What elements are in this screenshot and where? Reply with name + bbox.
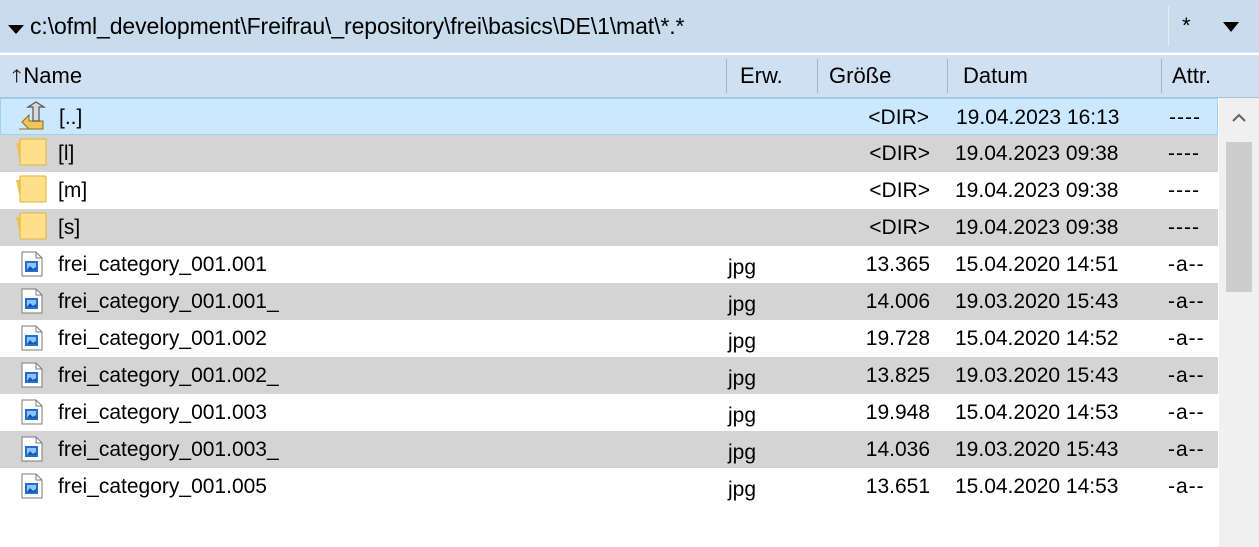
file-attributes: -a-- (1168, 401, 1205, 424)
file-extension: jpg (728, 330, 757, 353)
file-row[interactable]: frei_category_001.001 jpg 13.365 15.04.2020… (0, 246, 1218, 283)
file-attributes: ---- (1168, 142, 1200, 165)
scroll-up-icon[interactable] (1228, 107, 1250, 129)
folder-row[interactable]: [l] <DIR> 19.04.2023 09:38 ---- (0, 135, 1218, 172)
file-size: 13.825 (865, 364, 930, 387)
file-attributes: -a-- (1168, 290, 1205, 313)
file-size: <DIR> (869, 179, 930, 202)
file-name: [s] (58, 216, 81, 239)
image-file-icon (21, 473, 55, 503)
file-attributes: ---- (1169, 106, 1201, 129)
file-name: [..] (59, 106, 83, 129)
file-row[interactable]: frei_category_001.005 jpg 13.651 15.04.2020… (0, 468, 1218, 505)
file-date: 19.04.2023 16:13 (956, 106, 1120, 129)
column-name-header[interactable]: 🡑Name (12, 55, 82, 97)
parent-directory-row[interactable]: [..] <DIR> 19.04.2023 16:13 ---- (0, 98, 1218, 135)
column-divider[interactable] (726, 59, 727, 93)
file-name: frei_category_001.005 (58, 475, 267, 498)
current-path[interactable]: c:\ofml_development\Freifrau\_repository… (8, 0, 684, 52)
file-attributes: -a-- (1168, 475, 1205, 498)
file-extension: jpg (728, 404, 757, 427)
image-file-icon (21, 436, 55, 466)
pathbar-divider (1168, 6, 1169, 46)
image-file-icon (21, 325, 55, 355)
file-date: 19.03.2020 15:43 (955, 364, 1119, 387)
file-extension: jpg (728, 293, 757, 316)
image-file-icon (21, 288, 55, 318)
file-extension: jpg (728, 441, 757, 464)
file-date: 15.04.2020 14:52 (955, 327, 1119, 350)
column-attr-header[interactable]: Attr. (1172, 55, 1211, 97)
file-filter-button[interactable]: * (1172, 6, 1256, 46)
file-name: frei_category_001.002_ (58, 364, 279, 387)
folder-row[interactable]: [s] <DIR> 19.04.2023 09:38 ---- (0, 209, 1218, 246)
file-date: 19.04.2023 09:38 (955, 142, 1119, 165)
file-row[interactable]: frei_category_001.002_ jpg 13.825 19.03.202… (0, 357, 1218, 394)
file-size: 14.006 (865, 290, 930, 313)
folder-icon (14, 137, 48, 167)
file-size: 19.728 (865, 327, 930, 350)
file-size: <DIR> (868, 106, 929, 129)
file-attributes: -a-- (1168, 438, 1205, 461)
file-list: [..] <DIR> 19.04.2023 16:13 ---- [l] <DIR> 19.… (0, 98, 1218, 505)
image-file-icon (21, 251, 55, 281)
file-date: 19.03.2020 15:43 (955, 290, 1119, 313)
column-header: 🡑Name Erw. Größe Datum Attr. (0, 55, 1259, 98)
file-attributes: ---- (1168, 216, 1200, 239)
scrollbar-thumb[interactable] (1226, 142, 1252, 292)
parent-folder-icon (13, 101, 47, 131)
file-extension: jpg (728, 367, 757, 390)
file-extension: jpg (728, 256, 757, 279)
column-date-header[interactable]: Datum (963, 55, 1028, 97)
file-name: frei_category_001.003 (58, 401, 267, 424)
file-date: 19.04.2023 09:38 (955, 179, 1119, 202)
file-size: 19.948 (865, 401, 930, 424)
file-size: 13.651 (865, 475, 930, 498)
file-row[interactable]: frei_category_001.003 jpg 19.948 15.04.2020… (0, 394, 1218, 431)
filter-star-label: * (1182, 13, 1191, 38)
file-name: frei_category_001.002 (58, 327, 267, 350)
file-date: 15.04.2020 14:53 (955, 475, 1119, 498)
file-row[interactable]: frei_category_001.002 jpg 19.728 15.04.2020… (0, 320, 1218, 357)
image-file-icon (21, 362, 55, 392)
column-name-label: Name (23, 63, 83, 88)
file-row[interactable]: frei_category_001.001_ jpg 14.006 19.03.202… (0, 283, 1218, 320)
file-name: frei_category_001.001 (58, 253, 267, 276)
file-date: 15.04.2020 14:51 (955, 253, 1119, 276)
file-date: 19.04.2023 09:38 (955, 216, 1119, 239)
vertical-scrollbar[interactable] (1219, 98, 1259, 547)
file-size: <DIR> (869, 216, 930, 239)
path-bar[interactable]: c:\ofml_development\Freifrau\_repository… (0, 0, 1259, 53)
file-size: 13.365 (865, 253, 930, 276)
folder-icon (14, 174, 48, 204)
file-name: frei_category_001.001_ (58, 290, 279, 313)
path-label: c:\ofml_development\Freifrau\_repository… (30, 13, 685, 39)
file-row[interactable]: frei_category_001.003_ jpg 14.036 19.03.202… (0, 431, 1218, 468)
file-attributes: ---- (1168, 179, 1200, 202)
column-divider[interactable] (1161, 59, 1162, 93)
chevron-down-icon[interactable] (1223, 22, 1239, 32)
file-name: [m] (58, 179, 88, 202)
file-name: [l] (58, 142, 75, 165)
column-size-header[interactable]: Größe (829, 55, 891, 97)
column-divider[interactable] (817, 59, 818, 93)
column-ext-header[interactable]: Erw. (740, 55, 783, 97)
file-date: 15.04.2020 14:53 (955, 401, 1119, 424)
file-extension: jpg (728, 478, 757, 501)
file-size: 14.036 (865, 438, 930, 461)
column-divider[interactable] (947, 59, 948, 93)
file-attributes: -a-- (1168, 327, 1205, 350)
file-attributes: -a-- (1168, 253, 1205, 276)
file-attributes: -a-- (1168, 364, 1205, 387)
history-dropdown-icon[interactable] (8, 25, 24, 35)
folder-row[interactable]: [m] <DIR> 19.04.2023 09:38 ---- (0, 172, 1218, 209)
file-name: frei_category_001.003_ (58, 438, 279, 461)
folder-icon (14, 211, 48, 241)
image-file-icon (21, 399, 55, 429)
file-size: <DIR> (869, 142, 930, 165)
file-date: 19.03.2020 15:43 (955, 438, 1119, 461)
sort-ascending-icon: 🡑 (12, 66, 22, 86)
